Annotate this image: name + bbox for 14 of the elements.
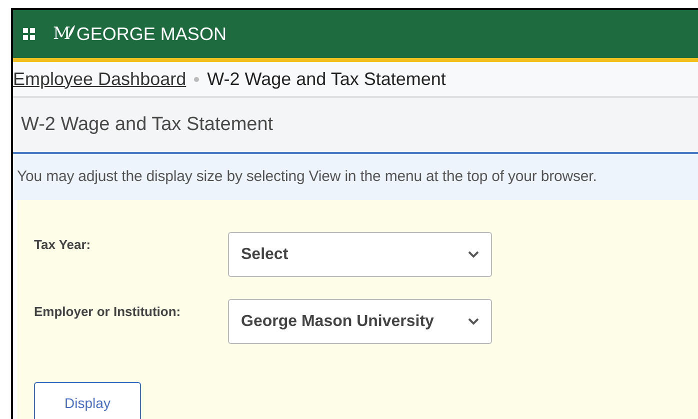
- page-title: W-2 Wage and Tax Statement: [21, 112, 274, 137]
- field-label: Employer or Institution:: [34, 303, 182, 321]
- chevron-down-icon: [468, 318, 479, 325]
- breadcrumb-link[interactable]: Employee Dashboard: [13, 66, 186, 92]
- dropdown-field[interactable]: Select: [228, 232, 492, 277]
- apps-grid-icon[interactable]: [23, 28, 35, 40]
- logo-text[interactable]: GEORGE MASON: [76, 25, 226, 43]
- field-label: Tax Year:: [34, 236, 92, 254]
- breadcrumb-current: W-2 Wage and Tax Statement: [207, 68, 446, 91]
- chevron-down-icon: [468, 251, 479, 258]
- notice-text: You may adjust the display size by selecting View in the menu at the top of your browser.: [17, 166, 597, 187]
- display-button[interactable]: Display: [34, 382, 141, 419]
- dropdown-field[interactable]: George Mason University: [228, 299, 492, 344]
- logo-mark: M: [53, 26, 70, 43]
